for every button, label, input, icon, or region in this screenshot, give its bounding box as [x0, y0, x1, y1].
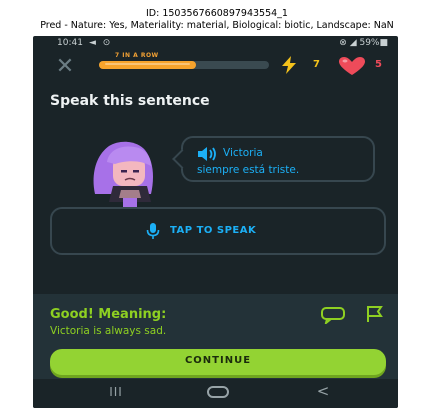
flag-icon[interactable]	[364, 305, 384, 323]
hearts-count: 5	[375, 59, 382, 70]
home-button[interactable]	[207, 386, 229, 398]
continue-button[interactable]: CONTINUE	[50, 349, 386, 375]
tap-to-speak-button[interactable]: TAP TO SPEAK	[50, 207, 386, 255]
feedback-meaning: Victoria is always sad.	[50, 325, 167, 337]
heart-icon	[339, 57, 365, 75]
android-nav-bar: III <	[33, 379, 398, 408]
recents-button[interactable]: III	[107, 385, 125, 399]
feedback-panel: Good! Meaning: Victoria is always sad. C…	[33, 294, 398, 379]
lesson-progress-bar	[99, 61, 269, 69]
status-battery: ⊗ ◢ 59%■	[339, 38, 388, 48]
phone-screen: 10:41 ◄ ⊙ ⊗ ◢ 59%■ ✕ 7 IN A ROW 7 5 Spea…	[33, 36, 398, 408]
caption-prediction: Pred - Nature: Yes, Materiality: materia…	[40, 20, 394, 31]
speaker-icon[interactable]	[197, 147, 217, 161]
comment-icon[interactable]	[320, 306, 346, 324]
close-button[interactable]: ✕	[53, 56, 77, 78]
bolt-count: 7	[313, 59, 320, 70]
status-time: 10:41	[57, 38, 83, 48]
lesson-progress-fill	[99, 61, 196, 69]
tap-to-speak-label: TAP TO SPEAK	[170, 225, 257, 236]
status-bar: 10:41 ◄ ⊙ ⊗ ◢ 59%■	[33, 36, 398, 52]
microphone-icon	[146, 223, 160, 239]
streak-label: 7 IN A ROW	[115, 52, 159, 59]
continue-label: CONTINUE	[184, 355, 252, 366]
image-caption: ID: 1503567660897943554_1 Pred - Nature:…	[0, 0, 434, 32]
sentence-rest[interactable]: siempre está triste.	[197, 164, 299, 176]
status-notification-icons: ◄ ⊙	[89, 38, 113, 48]
bolt-icon	[282, 56, 296, 74]
challenge-title: Speak this sentence	[50, 93, 210, 109]
sentence-bubble: Victoria siempre está triste.	[172, 136, 375, 182]
character-illustration	[93, 141, 153, 210]
back-button[interactable]: <	[315, 382, 331, 400]
feedback-title: Good! Meaning:	[50, 307, 167, 322]
sentence-word[interactable]: Victoria	[223, 147, 263, 159]
caption-id: ID: 1503567660897943554_1	[146, 8, 288, 19]
